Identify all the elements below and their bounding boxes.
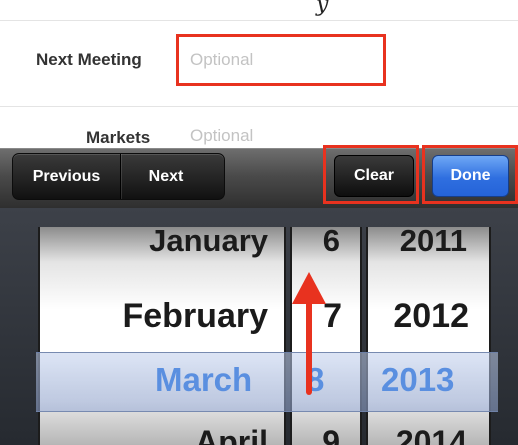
up-arrow-icon	[292, 272, 326, 395]
